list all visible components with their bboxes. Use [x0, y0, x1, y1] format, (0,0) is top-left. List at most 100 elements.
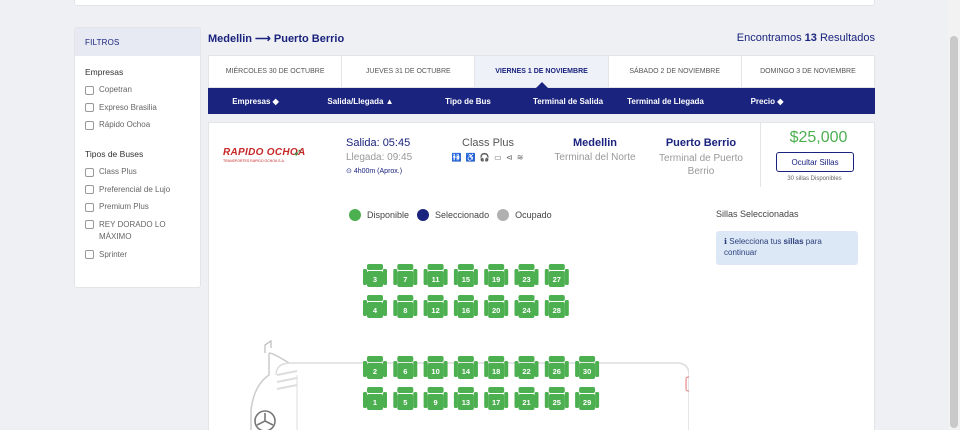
seat-4[interactable]: 4 [363, 295, 387, 318]
seat-11[interactable]: 11 [423, 264, 448, 287]
seat-7[interactable]: 7 [393, 264, 418, 287]
seat-14[interactable]: 14 [453, 356, 478, 379]
tab-date-31-oct[interactable]: JUEVES 31 DE OCTUBRE [342, 56, 476, 87]
seat-number: 14 [462, 367, 471, 376]
seat-number: 18 [492, 367, 500, 376]
hide-seats-button[interactable]: Ocultar Sillas [776, 152, 854, 172]
filter-bus-preferencial-de-lujo[interactable]: Preferencial de Lujo [85, 184, 200, 196]
seat-number: 25 [553, 398, 561, 407]
seat-arm [484, 269, 489, 285]
seat-28[interactable]: 28 [544, 295, 569, 318]
seat-number: 19 [492, 275, 500, 284]
checkbox[interactable] [85, 185, 94, 195]
seat-8[interactable]: 8 [393, 295, 418, 318]
seat-back [518, 295, 535, 301]
destination-terminal: Terminal de Puerto Berrio [659, 153, 743, 177]
seat-number: 9 [434, 398, 438, 407]
seat-number: 10 [431, 367, 439, 376]
seat-arm [473, 361, 478, 377]
checkbox[interactable] [85, 103, 94, 113]
tab-date-3-nov[interactable]: DOMINGO 3 DE NOVIEMBRE [742, 56, 874, 87]
seat-30[interactable]: 30 [575, 356, 600, 379]
filter-bus-rey-dorado[interactable]: REY DORADO LO MÁXIMO [85, 219, 200, 243]
scrollbar[interactable] [948, 0, 960, 430]
seat-arm [423, 300, 428, 316]
seat-23[interactable]: 23 [514, 264, 539, 287]
checkbox[interactable] [85, 85, 94, 95]
seat-back [427, 387, 444, 393]
selected-dot-icon [417, 209, 430, 221]
checkbox[interactable] [85, 202, 94, 212]
seat-6[interactable]: 6 [393, 356, 418, 379]
seat-arm [514, 269, 519, 285]
seat-back [488, 264, 505, 270]
seat-back [427, 356, 444, 362]
seat-16[interactable]: 16 [453, 295, 478, 318]
seat-3[interactable]: 3 [363, 264, 387, 287]
seat-arm [534, 361, 539, 377]
seat-number: 17 [492, 398, 500, 407]
column-precio[interactable]: Precio ◆ [713, 97, 821, 106]
filter-bus-premium-plus[interactable]: Premium Plus [85, 201, 200, 213]
seat-20[interactable]: 20 [484, 295, 509, 318]
seat-arm [443, 269, 448, 285]
seat-9[interactable]: 9 [423, 387, 448, 410]
companies-list: Copetran Expreso Brasilia Rápido Ochoa [85, 84, 200, 131]
arrival-time: Llegada: 09:45 [346, 152, 413, 163]
seat-10[interactable]: 10 [423, 356, 448, 379]
seat-2[interactable]: 2 [363, 356, 387, 379]
seat-27[interactable]: 27 [544, 264, 569, 287]
seat-number: 3 [373, 275, 377, 284]
seat-arm [473, 269, 478, 285]
seat-number: 7 [403, 275, 407, 284]
filter-bus-sprinter[interactable]: Sprinter [85, 249, 200, 261]
amenities-icons: 🚻 ♿ 🎧 ▭ ⊲ ≋ [451, 153, 525, 162]
seat-number: 27 [553, 275, 561, 284]
seat-arm [413, 361, 418, 377]
seat-22[interactable]: 22 [514, 356, 539, 379]
filter-company-rapido-ochoa[interactable]: Rápido Ochoa [85, 119, 200, 131]
column-empresas[interactable]: Empresas ◆ [208, 97, 303, 106]
seat-back [548, 356, 565, 362]
seat-back [397, 295, 414, 301]
seat-arm [363, 392, 367, 408]
seat-5[interactable]: 5 [393, 387, 418, 410]
tab-date-2-nov[interactable]: SÁBADO 2 DE NOVIEMBRE [609, 56, 742, 87]
seat-15[interactable]: 15 [453, 264, 478, 287]
seat-25[interactable]: 25 [544, 387, 569, 410]
legend-occupied: Ocupado [497, 209, 552, 221]
filter-company-copetran[interactable]: Copetran [85, 84, 200, 96]
seat-back [457, 264, 474, 270]
seat-back [367, 295, 383, 301]
column-salida-llegada[interactable]: Salida/Llegada ▲ [303, 97, 418, 106]
bus-types-title: Tipos de Buses [85, 149, 144, 160]
seat-29[interactable]: 29 [575, 387, 600, 410]
checkbox[interactable] [85, 120, 94, 130]
tab-date-1-nov[interactable]: VIERNES 1 DE NOVIEMBRE [475, 56, 609, 88]
seat-1[interactable]: 1 [363, 387, 387, 410]
departure-time: Salida: 05:45 [346, 137, 411, 149]
seat-13[interactable]: 13 [453, 387, 478, 410]
seat-21[interactable]: 21 [514, 387, 539, 410]
column-terminal-llegada: Terminal de Llegada [627, 96, 704, 106]
seat-12[interactable]: 12 [423, 295, 448, 318]
seat-arm [453, 269, 458, 285]
checkbox[interactable] [85, 220, 94, 230]
filter-bus-class-plus[interactable]: Class Plus [85, 166, 200, 178]
column-terminal-salida: Terminal de Salida [532, 96, 604, 106]
tab-date-30-oct[interactable]: MIÉRCOLES 30 DE OCTUBRE [209, 56, 343, 87]
seat-back [427, 264, 444, 270]
seat-18[interactable]: 18 [484, 356, 509, 379]
filter-company-expreso-brasilia[interactable]: Expreso Brasilia [85, 102, 200, 114]
seat-17[interactable]: 17 [484, 387, 509, 410]
checkbox[interactable] [85, 250, 94, 260]
scrollbar-thumb[interactable] [950, 36, 958, 428]
checkbox[interactable] [85, 167, 94, 177]
seat-back [457, 387, 474, 393]
seat-arm [544, 269, 549, 285]
seat-arm [504, 392, 509, 408]
seat-26[interactable]: 26 [544, 356, 569, 379]
seat-arm [443, 361, 448, 377]
seat-19[interactable]: 19 [484, 264, 509, 287]
seat-24[interactable]: 24 [514, 295, 539, 318]
